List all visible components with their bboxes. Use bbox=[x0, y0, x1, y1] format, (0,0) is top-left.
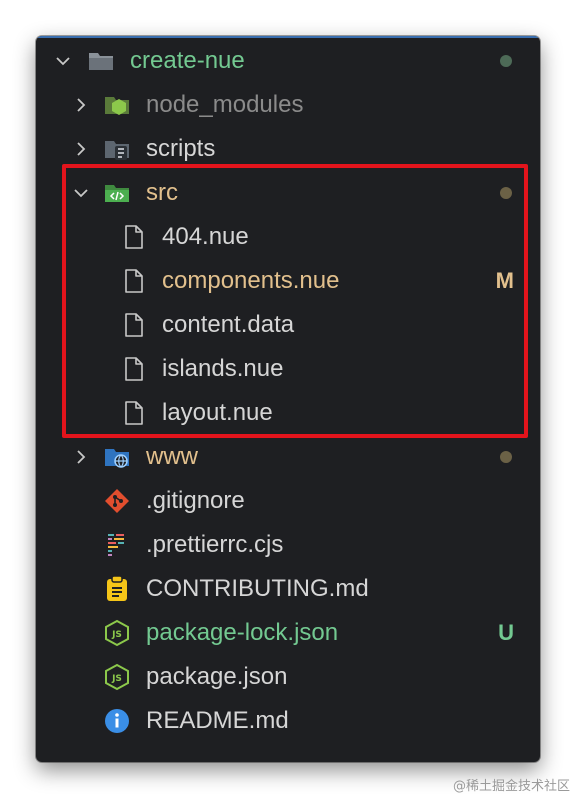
tree-item-label: package.json bbox=[146, 663, 288, 690]
status-dot bbox=[500, 451, 512, 463]
tree-item-label: .prettierrc.cjs bbox=[146, 531, 284, 558]
tree-item-package-json[interactable]: JS package.json bbox=[36, 655, 540, 699]
tree-item-layout-nue[interactable]: layout.nue bbox=[36, 391, 540, 435]
tree-item-label: www bbox=[146, 443, 198, 470]
tree-item-create-nue[interactable]: create-nue bbox=[36, 39, 540, 83]
file-explorer-panel: create-nue node_modules scripts src 404.… bbox=[36, 36, 540, 762]
tree-item-label: scripts bbox=[146, 135, 216, 162]
tree-item-label: islands.nue bbox=[162, 355, 284, 382]
svg-text:JS: JS bbox=[111, 630, 122, 640]
tree-item-label: components.nue bbox=[162, 267, 340, 294]
git-status-badge: M bbox=[495, 268, 514, 293]
tree-item-label: CONTRIBUTING.md bbox=[146, 575, 369, 602]
tree-item-contributing-md[interactable]: CONTRIBUTING.md bbox=[36, 567, 540, 611]
tree-item-label: layout.nue bbox=[162, 399, 273, 426]
folder-open-icon bbox=[86, 46, 116, 76]
git-icon bbox=[102, 486, 132, 516]
tree-item-gitignore[interactable]: .gitignore bbox=[36, 479, 540, 523]
tree-item-www[interactable]: www bbox=[36, 435, 540, 479]
tree-item-label: README.md bbox=[146, 707, 289, 734]
node-folder-icon bbox=[102, 90, 132, 120]
file-icon bbox=[118, 398, 148, 428]
clipboard-icon bbox=[102, 574, 132, 604]
tree-item-label: create-nue bbox=[130, 47, 245, 74]
tree-item-content-data[interactable]: content.data bbox=[36, 303, 540, 347]
watermark: @稀土掘金技术社区 bbox=[452, 779, 570, 794]
tree-item-scripts[interactable]: scripts bbox=[36, 127, 540, 171]
focus-border bbox=[36, 36, 540, 38]
tree-item-islands-nue[interactable]: islands.nue bbox=[36, 347, 540, 391]
status-dot bbox=[500, 55, 512, 67]
chevron-down-icon[interactable] bbox=[72, 184, 90, 202]
file-icon bbox=[118, 266, 148, 296]
tree-item-label: src bbox=[146, 179, 178, 206]
chevron-right-icon[interactable] bbox=[72, 140, 90, 158]
status-dot bbox=[500, 187, 512, 199]
file-icon bbox=[118, 222, 148, 252]
tree-item-404-nue[interactable]: 404.nue bbox=[36, 215, 540, 259]
scripts-folder-icon bbox=[102, 134, 132, 164]
info-icon bbox=[102, 706, 132, 736]
prettier-icon bbox=[102, 530, 132, 560]
tree-item-src[interactable]: src bbox=[36, 171, 540, 215]
tree-item-prettierrc[interactable]: .prettierrc.cjs bbox=[36, 523, 540, 567]
tree-item-node-modules[interactable]: node_modules bbox=[36, 83, 540, 127]
tree-item-readme-md[interactable]: README.md bbox=[36, 699, 540, 743]
git-status-badge: U bbox=[498, 620, 514, 645]
chevron-down-icon[interactable] bbox=[54, 52, 72, 70]
www-folder-icon bbox=[102, 442, 132, 472]
tree-item-package-lock-json[interactable]: JS package-lock.json U bbox=[36, 611, 540, 655]
tree-item-label: package-lock.json bbox=[146, 619, 339, 646]
tree-item-label: 404.nue bbox=[162, 223, 249, 250]
chevron-right-icon[interactable] bbox=[72, 96, 90, 114]
chevron-right-icon[interactable] bbox=[72, 448, 90, 466]
tree-item-label: content.data bbox=[162, 311, 295, 338]
nodejs-icon: JS bbox=[102, 618, 132, 648]
file-icon bbox=[118, 354, 148, 384]
file-icon bbox=[118, 310, 148, 340]
svg-text:JS: JS bbox=[111, 674, 122, 684]
src-folder-open-icon bbox=[102, 178, 132, 208]
tree-item-label: node_modules bbox=[146, 91, 304, 118]
tree-item-components-nue[interactable]: components.nue M bbox=[36, 259, 540, 303]
nodejs-icon: JS bbox=[102, 662, 132, 692]
tree-item-label: .gitignore bbox=[146, 487, 245, 514]
